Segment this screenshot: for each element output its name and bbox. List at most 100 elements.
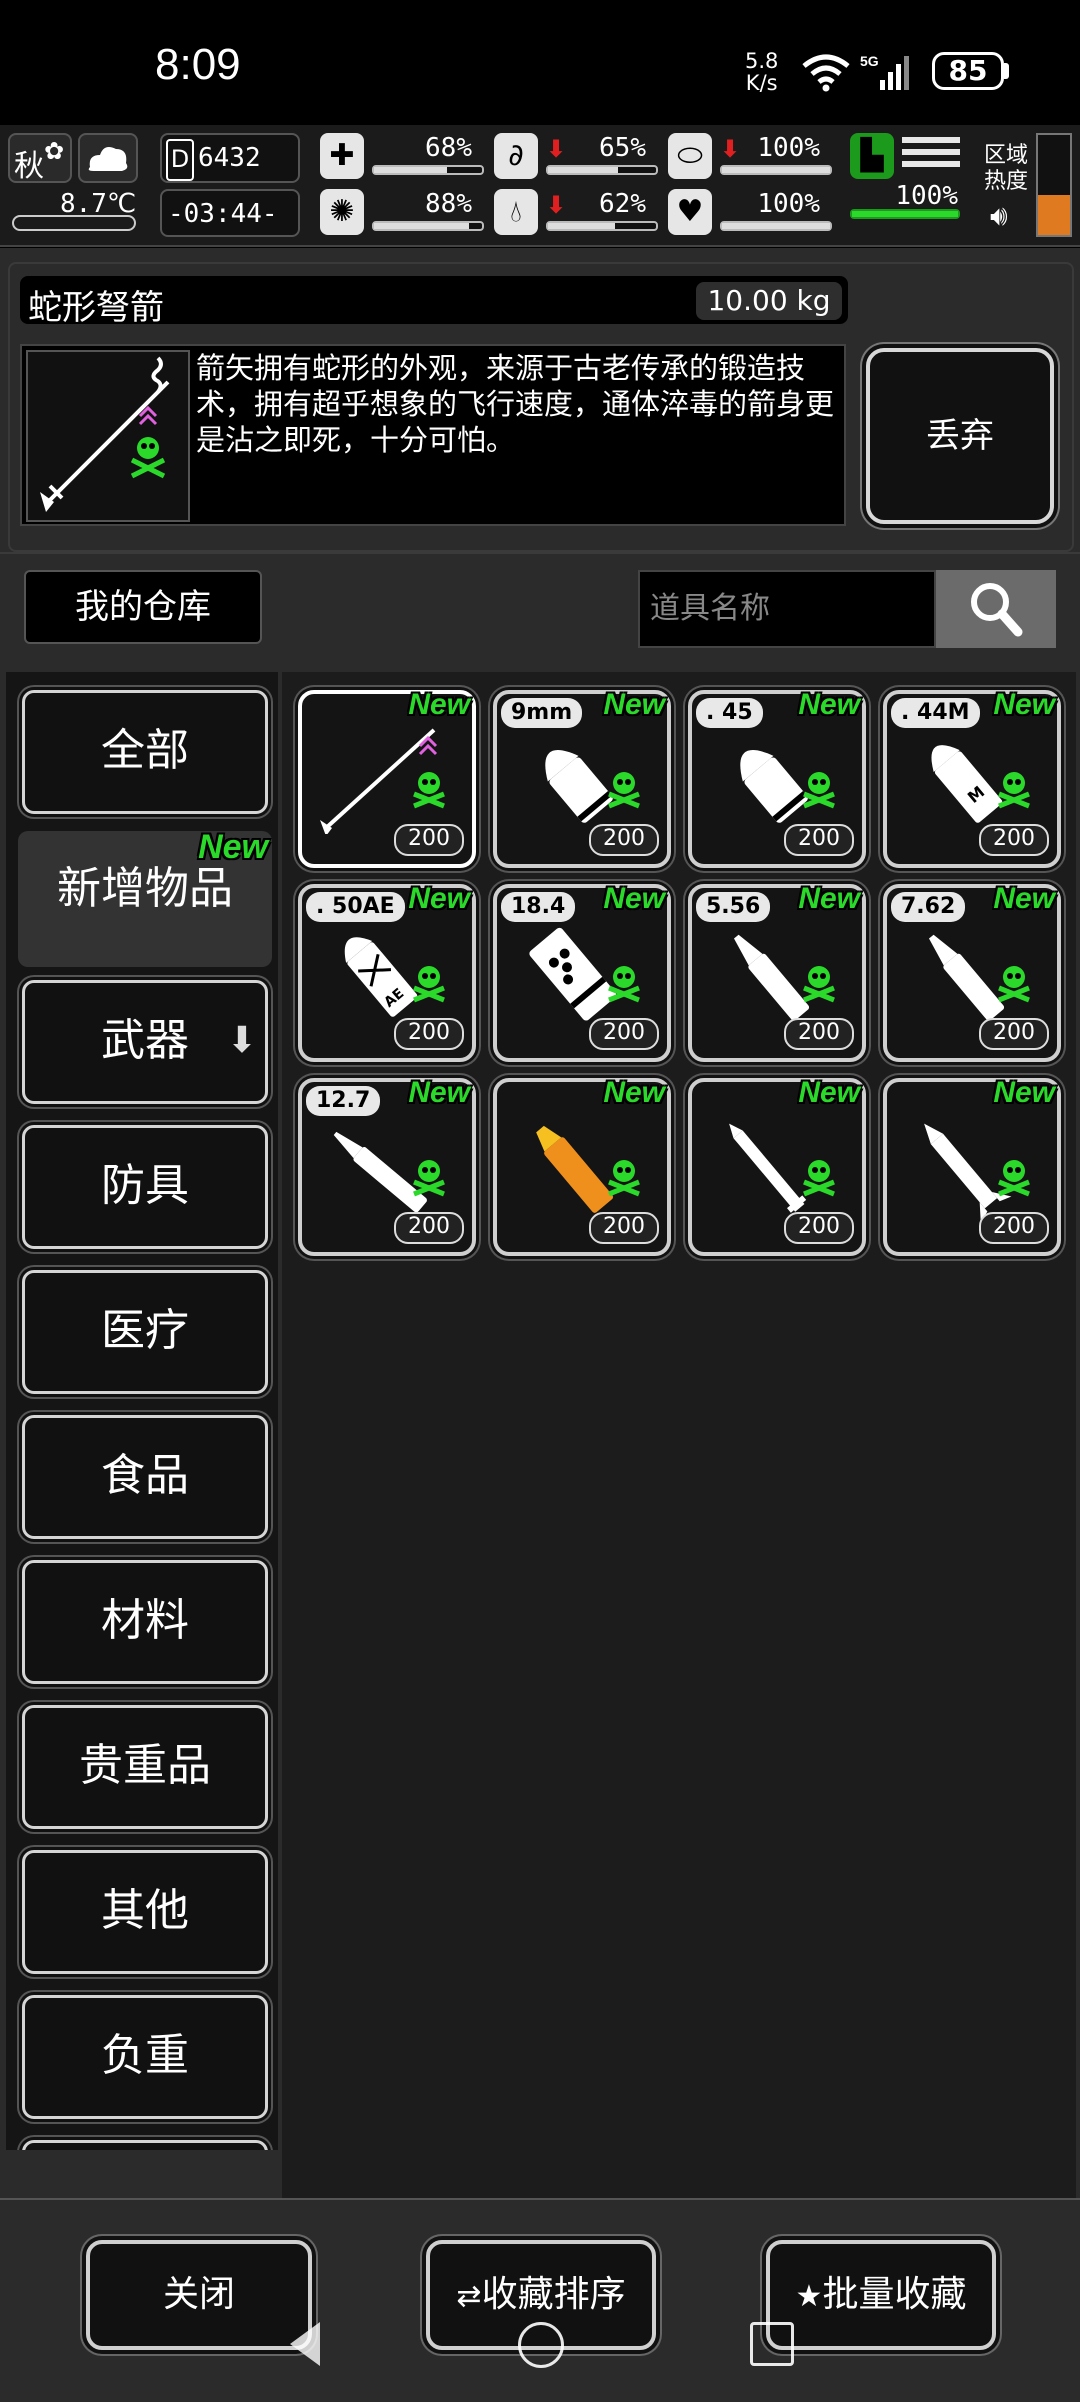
poison-skull-icon <box>998 966 1030 1003</box>
batch-favorite-label: 批量收藏 <box>822 2274 967 2315</box>
area-heat-fill <box>1038 195 1070 235</box>
item-slot[interactable]: 5.56 New 200 <box>688 882 866 1062</box>
category-10[interactable]: 任务 <box>22 2140 268 2150</box>
category-1[interactable]: 新增物品 New <box>18 828 272 967</box>
caliber-label: . 44M <box>891 698 980 728</box>
area-heat-label-line2: 热度 <box>984 169 1029 194</box>
pill-icon: ⬭ <box>668 133 712 179</box>
poison-skull-icon <box>413 1160 445 1197</box>
category-label: 武器 <box>101 1015 189 1066</box>
category-label: 防具 <box>101 1160 189 1211</box>
search-button[interactable] <box>936 570 1056 648</box>
category-label: 材料 <box>101 1595 189 1646</box>
season-label: 秋 <box>14 149 44 184</box>
speaker-icon[interactable]: 🔊︎ <box>990 199 1008 233</box>
poison-skull-icon <box>608 1160 640 1197</box>
item-slot[interactable]: M. 44M New 200 <box>883 688 1061 868</box>
item-quantity: 200 <box>394 1212 464 1244</box>
brain-icon: ✺ <box>320 189 364 235</box>
day-counter-value: 6432 <box>198 143 261 173</box>
stat-bar <box>720 221 832 231</box>
sort-favorites-label: 收藏排序 <box>481 2274 626 2315</box>
close-button[interactable]: 关闭 <box>86 2240 312 2350</box>
stat-value: 68% <box>425 133 472 163</box>
calendar-icon: D <box>166 139 194 181</box>
item-quantity: 200 <box>589 1212 659 1244</box>
caliber-label: . 45 <box>696 698 763 728</box>
item-slot[interactable]: New 200 <box>688 1076 866 1256</box>
new-badge: New <box>603 882 665 915</box>
maple-leaf-icon: ✿ <box>44 137 65 165</box>
network-speed-value: 5.8 <box>745 49 779 73</box>
medkit-icon: ✚ <box>320 133 364 179</box>
category-7[interactable]: 贵重品 <box>22 1705 268 1829</box>
caliber-label: 18.4 <box>501 892 576 922</box>
battery-indicator: 85 <box>932 52 1004 90</box>
batch-favorite-button[interactable]: ★批量收藏 <box>766 2240 996 2350</box>
new-badge: New <box>798 1076 860 1109</box>
category-8[interactable]: 其他 <box>22 1850 268 1974</box>
new-badge: New <box>798 688 860 721</box>
sort-arrows-icon: ⇄ <box>456 2279 482 2314</box>
battery-tip <box>1004 63 1009 79</box>
nav-back-icon[interactable] <box>290 2322 320 2366</box>
item-thumbnail <box>26 350 190 522</box>
game-hud: 秋 ✿ 8.7℃ D 6432 -03:44- ✚ 68% ∂ ⬇ 65% ⬭ ⬇ 100% ✺… <box>0 125 1080 247</box>
item-quantity: 200 <box>589 1018 659 1050</box>
category-4[interactable]: 医疗 <box>22 1270 268 1394</box>
stat-value: 62% <box>599 189 646 219</box>
item-slot[interactable]: 18.4 New 200 <box>493 882 671 1062</box>
new-badge: New <box>798 882 860 915</box>
poison-skull-icon <box>413 772 445 809</box>
item-slot[interactable]: AE. 50AE New 200 <box>298 882 476 1062</box>
item-slot[interactable]: 9mm New 200 <box>493 688 671 868</box>
caliber-label: 12.7 <box>306 1086 381 1116</box>
item-slot[interactable]: New 200 <box>298 688 476 868</box>
poison-skull-icon <box>998 1160 1030 1197</box>
item-slot[interactable]: 12.7 New 200 <box>298 1076 476 1256</box>
stat-bar <box>720 165 832 175</box>
category-2[interactable]: 武器 ⬇ <box>22 980 268 1104</box>
nav-recents-icon[interactable] <box>750 2322 794 2366</box>
new-badge: New <box>993 688 1055 721</box>
poison-skull-icon <box>998 772 1030 809</box>
network-speed-unit: K/s <box>745 71 778 95</box>
category-3[interactable]: 防具 <box>22 1125 268 1249</box>
item-slot[interactable]: New 200 <box>883 1076 1061 1256</box>
wifi-icon <box>802 54 850 92</box>
item-slot[interactable]: 7.62 New 200 <box>883 882 1061 1062</box>
poison-skull-icon <box>608 772 640 809</box>
stamina-stripes <box>902 137 960 173</box>
status-time: 8:09 <box>155 40 241 89</box>
category-label: 食品 <box>101 1450 189 1501</box>
search-input[interactable]: 道具名称 <box>638 570 936 648</box>
item-quantity: 200 <box>394 1018 464 1050</box>
category-label: 全部 <box>101 725 189 776</box>
area-heat-label: 区域 热度 <box>984 143 1028 195</box>
search-icon <box>971 583 1023 637</box>
item-quantity: 200 <box>784 1212 854 1244</box>
heart-icon: ♥ <box>668 189 712 235</box>
item-weight: 10.00 kg <box>696 282 842 320</box>
item-slot[interactable]: . 45 New 200 <box>688 688 866 868</box>
stat-bar <box>372 165 484 175</box>
item-slot[interactable]: New 200 <box>493 1076 671 1256</box>
cellular-signal-icon: 5G <box>860 53 909 90</box>
poison-skull-icon <box>803 1160 835 1197</box>
category-6[interactable]: 材料 <box>22 1560 268 1684</box>
game-clock-value: -03:44- <box>168 199 278 229</box>
nav-home-icon[interactable] <box>518 2322 564 2368</box>
category-sidebar[interactable]: 全部新增物品New 武器 ⬇ 防具医疗食品材料贵重品其他负重任务 <box>6 672 278 2150</box>
stat-value: 100% <box>757 189 820 219</box>
category-label: 负重 <box>101 2030 189 2081</box>
poison-skull-icon <box>803 772 835 809</box>
discard-button[interactable]: 丢弃 <box>866 348 1054 524</box>
category-5[interactable]: 食品 <box>22 1415 268 1539</box>
poison-skull-icon <box>413 966 445 1003</box>
category-9[interactable]: 负重 <box>22 1995 268 2119</box>
network-type: 5G <box>860 53 879 69</box>
season-badge: 秋 ✿ <box>8 133 72 184</box>
stat-bar <box>546 165 658 175</box>
stat-value: 65% <box>599 133 646 163</box>
new-badge: New <box>408 882 470 915</box>
